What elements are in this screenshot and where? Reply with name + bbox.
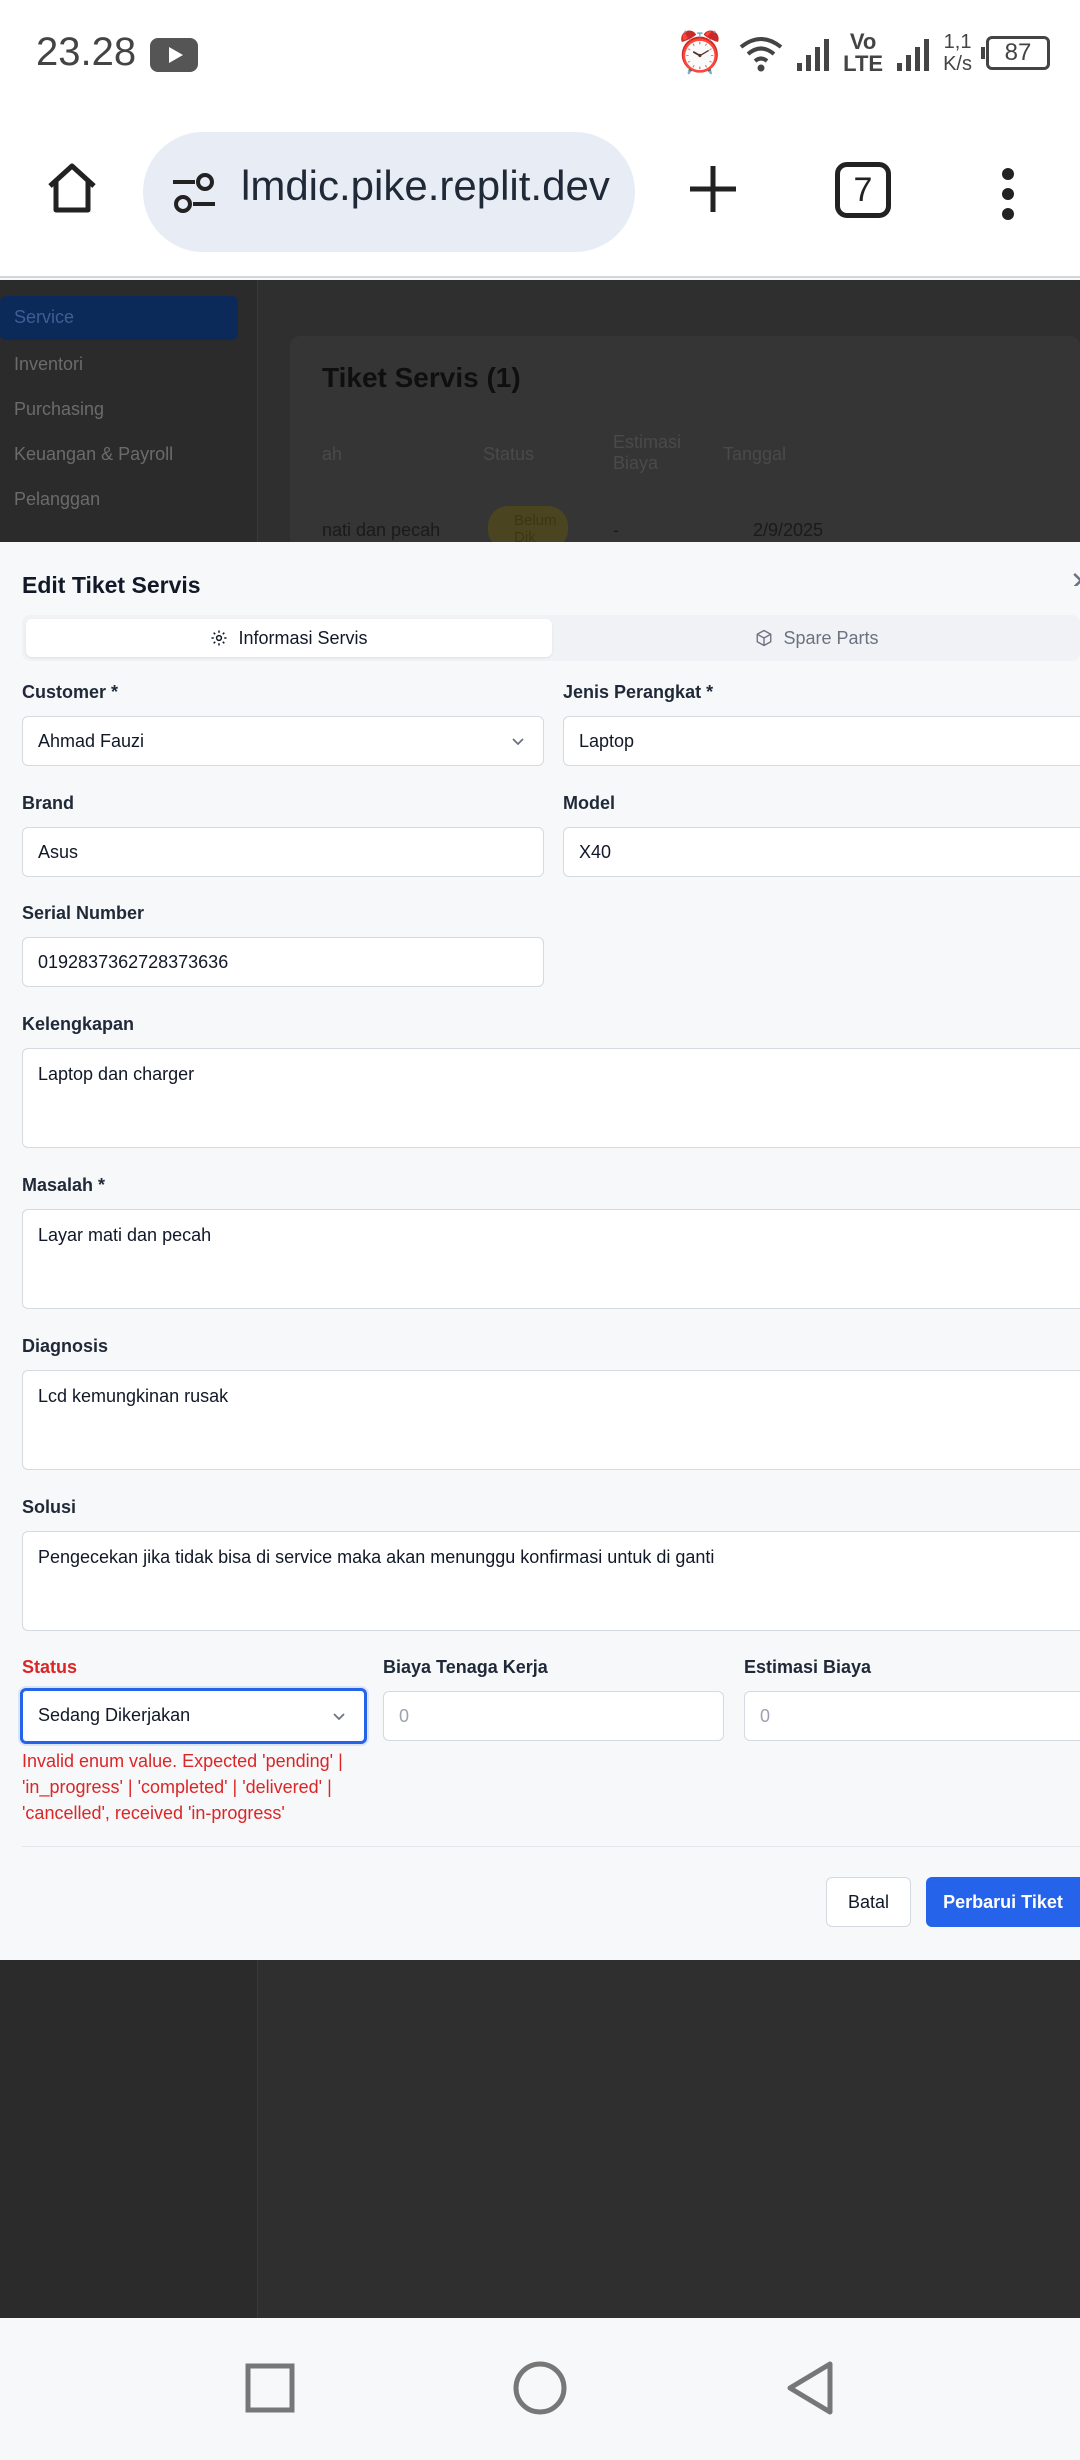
update-ticket-button[interactable]: Perbarui Tiket <box>926 1877 1080 1927</box>
device-type-label: Jenis Perangkat * <box>563 682 714 702</box>
package-icon <box>757 629 772 647</box>
serial-number-input[interactable]: 0192837362728373636 <box>22 937 544 987</box>
serial-number-label: Serial Number <box>22 903 145 923</box>
brand-input[interactable]: Asus <box>22 827 544 877</box>
network-speed: 1,1 K/s <box>943 31 972 75</box>
model-label: Model <box>563 793 615 813</box>
dialog-tabs: Informasi Servis Spare Parts <box>22 615 1080 661</box>
estimated-cost-input[interactable]: 0 <box>744 1691 1080 1741</box>
alarm-icon: ⏰ <box>675 31 726 75</box>
recent-apps-icon[interactable] <box>240 2358 300 2418</box>
dialog-title: Edit Tiket Servis <box>22 572 201 598</box>
youtube-notification-icon <box>150 38 198 72</box>
new-tab-icon[interactable] <box>686 162 740 216</box>
background-cell-issue: nati dan pecah <box>322 520 441 540</box>
edit-ticket-dialog: Edit Tiket Servis ✕ Informasi Servis Spa… <box>0 542 1080 1960</box>
sidebar-item-inventori: Inventori <box>14 354 84 374</box>
back-icon[interactable] <box>780 2358 840 2418</box>
wifi-icon <box>739 37 783 72</box>
browser-toolbar: lmdic.pike.replit.dev 7 <box>0 110 1080 278</box>
tab-spare-parts[interactable]: Spare Parts <box>554 619 1080 657</box>
background-th-problem: ah <box>322 444 343 464</box>
sidebar-item-keuangan: Keuangan & Payroll <box>14 444 174 464</box>
tab-label: Informasi Servis <box>238 627 368 648</box>
chevron-down-icon <box>512 738 524 746</box>
customer-label: Customer * <box>22 682 119 702</box>
status-label: Status <box>22 1657 78 1677</box>
volte-indicator: Vo LTE <box>843 29 884 76</box>
gear-icon <box>211 630 227 646</box>
labor-cost-label: Biaya Tenaga Kerja <box>383 1657 548 1677</box>
customer-select[interactable]: Ahmad Fauzi <box>22 716 544 766</box>
address-bar[interactable]: lmdic.pike.replit.dev <box>143 132 635 252</box>
status-bar: 23.28 ⏰ Vo LTE 1,1 K/s 87 <box>0 0 1080 110</box>
sidebar-item-service: Service <box>0 296 238 340</box>
battery-icon: 87 <box>981 36 1050 70</box>
chevron-down-icon <box>333 1713 345 1721</box>
signal-icon-2 <box>897 35 930 71</box>
home-button-icon[interactable] <box>510 2358 570 2418</box>
problem-textarea[interactable]: Layar mati dan pecah <box>22 1209 1080 1309</box>
close-icon[interactable]: ✕ <box>1070 566 1080 586</box>
diagnosis-textarea[interactable]: Lcd kemungkinan rusak <box>22 1370 1080 1470</box>
home-icon[interactable] <box>44 160 100 216</box>
accessories-label: Kelengkapan <box>22 1014 135 1034</box>
background-card-title: Tiket Servis (1) <box>322 362 521 393</box>
site-settings-icon[interactable] <box>169 168 219 218</box>
cancel-button[interactable]: Batal <box>826 1877 911 1927</box>
more-menu-icon[interactable] <box>998 166 1018 222</box>
tab-label: Spare Parts <box>783 627 879 648</box>
sidebar-item-pelanggan: Pelanggan <box>14 489 101 509</box>
estimated-cost-label: Estimasi Biaya <box>744 1657 872 1677</box>
background-cell-estimate: - <box>613 520 619 540</box>
status-error-message: Invalid enum value. Expected 'pending' |… <box>22 1751 343 1823</box>
signal-icon <box>797 35 830 71</box>
status-select[interactable]: Sedang Dikerjakan <box>20 1688 367 1744</box>
url-text[interactable]: lmdic.pike.replit.dev <box>241 162 610 210</box>
brand-label: Brand <box>22 793 75 813</box>
solution-label: Solusi <box>22 1497 77 1517</box>
status-icons: ⏰ Vo LTE 1,1 K/s 87 <box>675 28 1050 78</box>
sidebar-item-purchasing: Purchasing <box>14 399 105 419</box>
accessories-textarea[interactable]: Laptop dan charger <box>22 1048 1080 1148</box>
background-th-estimate: Estimasi Biaya <box>613 432 682 473</box>
system-nav-bar <box>0 2318 1080 2460</box>
divider <box>22 1846 1080 1847</box>
clock: 23.28 <box>36 30 137 74</box>
problem-label: Masalah * <box>22 1175 106 1195</box>
tab-informasi-servis[interactable]: Informasi Servis <box>26 619 552 657</box>
tab-switcher-button[interactable]: 7 <box>835 162 891 218</box>
diagnosis-label: Diagnosis <box>22 1336 109 1356</box>
labor-cost-input[interactable]: 0 <box>383 1691 724 1741</box>
solution-textarea[interactable]: Pengecekan jika tidak bisa di service ma… <box>22 1531 1080 1631</box>
background-th-status: Status <box>483 444 535 464</box>
background-cell-date: 2/9/2025 <box>753 520 824 540</box>
device-type-input[interactable]: Laptop <box>563 716 1080 766</box>
background-th-date: Tanggal <box>723 444 787 464</box>
model-input[interactable]: X40 <box>563 827 1080 877</box>
